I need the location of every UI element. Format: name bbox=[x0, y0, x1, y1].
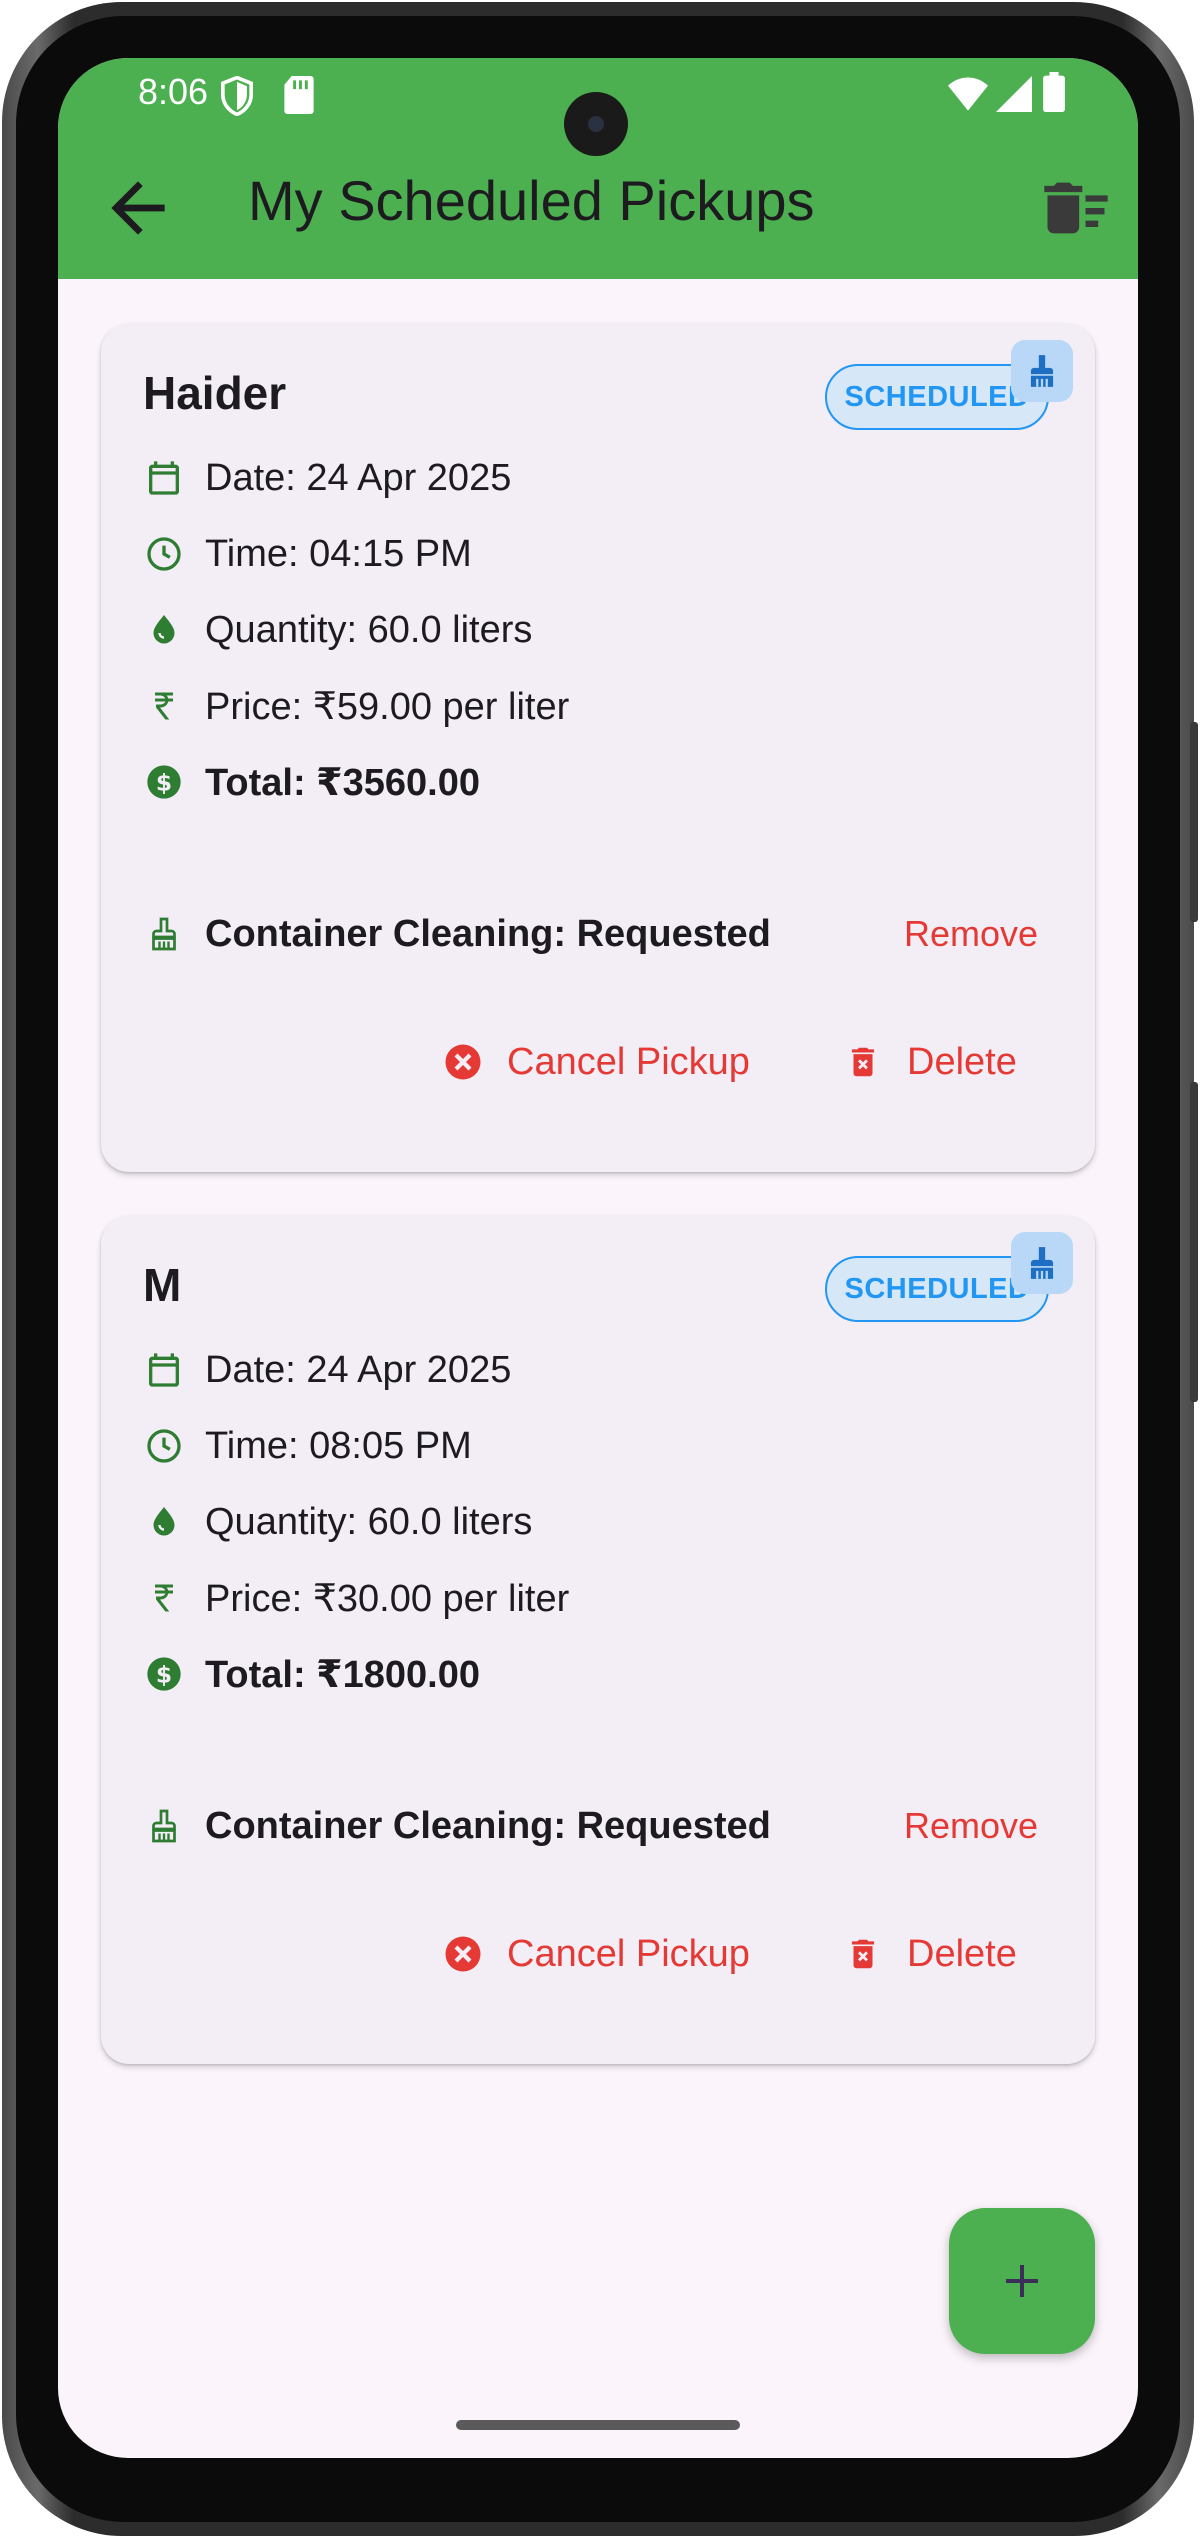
delete-button[interactable]: Delete bbox=[841, 1024, 1017, 1100]
water-drop-icon bbox=[143, 609, 185, 651]
clear-all-button[interactable] bbox=[1038, 170, 1118, 250]
plus-icon bbox=[1006, 2265, 1038, 2297]
front-camera bbox=[564, 92, 628, 156]
svg-text:$: $ bbox=[156, 1660, 172, 1688]
cancel-icon bbox=[441, 1040, 485, 1084]
add-pickup-button[interactable] bbox=[949, 2208, 1095, 2354]
cancel-icon bbox=[441, 1932, 485, 1976]
delete-label: Delete bbox=[907, 1040, 1017, 1083]
cancel-pickup-button[interactable]: Cancel Pickup bbox=[441, 1916, 750, 1992]
rupee-icon bbox=[143, 685, 185, 727]
battery-icon bbox=[1043, 72, 1065, 121]
broom-icon bbox=[143, 1805, 185, 1847]
price-text: Price: ₹59.00 per liter bbox=[205, 685, 570, 728]
quantity-row: Quantity: 60.0 liters bbox=[143, 600, 532, 660]
date-row: Date: 24 Apr 2025 bbox=[143, 1340, 511, 1400]
time-text: Time: 04:15 PM bbox=[205, 532, 472, 575]
clock-icon bbox=[143, 1425, 185, 1467]
power-button bbox=[1190, 722, 1198, 922]
cleaning-text: Container Cleaning: Requested bbox=[205, 912, 771, 955]
page-title: My Scheduled Pickups bbox=[248, 169, 815, 232]
delete-label: Delete bbox=[907, 1932, 1017, 1975]
home-indicator[interactable] bbox=[456, 2420, 740, 2430]
quantity-text: Quantity: 60.0 liters bbox=[205, 1500, 533, 1543]
cancel-pickup-label: Cancel Pickup bbox=[507, 1932, 750, 1975]
broom-icon bbox=[143, 913, 185, 955]
date-row: Date: 24 Apr 2025 bbox=[143, 448, 511, 508]
cancel-pickup-label: Cancel Pickup bbox=[507, 1040, 750, 1083]
app-bar: 8:06 My Scheduled Pickups bbox=[58, 58, 1138, 279]
arrow-back-icon bbox=[111, 181, 165, 235]
sd-card-icon bbox=[284, 76, 314, 123]
volume-button bbox=[1190, 1082, 1198, 1402]
total-row: $ Total: ₹1800.00 bbox=[143, 1644, 480, 1704]
money-icon: $ bbox=[143, 761, 185, 803]
calendar-icon bbox=[143, 457, 185, 499]
remove-cleaning-button[interactable]: Remove bbox=[871, 1791, 1071, 1861]
trash-icon bbox=[841, 1040, 885, 1084]
total-row: $ Total: ₹3560.00 bbox=[143, 752, 480, 812]
time-row: Time: 08:05 PM bbox=[143, 1416, 472, 1476]
svg-text:$: $ bbox=[156, 768, 172, 796]
total-text: Total: ₹3560.00 bbox=[205, 761, 480, 804]
quantity-row: Quantity: 60.0 liters bbox=[143, 1492, 532, 1552]
pickup-card: M SCHEDULED Date: 24 Apr 2025 Time: 08:0… bbox=[101, 1216, 1095, 2064]
time-text: Time: 08:05 PM bbox=[205, 1424, 472, 1467]
remove-cleaning-button[interactable]: Remove bbox=[871, 899, 1071, 969]
date-text: Date: 24 Apr 2025 bbox=[205, 1348, 512, 1391]
cell-signal-icon bbox=[996, 76, 1032, 121]
quantity-text: Quantity: 60.0 liters bbox=[205, 608, 533, 651]
customer-name: M bbox=[143, 1259, 182, 1311]
water-drop-icon bbox=[143, 1501, 185, 1543]
price-row: Price: ₹30.00 per liter bbox=[143, 1568, 569, 1628]
trash-icon bbox=[841, 1932, 885, 1976]
delete-button[interactable]: Delete bbox=[841, 1916, 1017, 1992]
clock-icon bbox=[143, 533, 185, 575]
cleaning-indicator bbox=[1011, 1232, 1073, 1294]
date-text: Date: 24 Apr 2025 bbox=[205, 456, 512, 499]
screen: 8:06 My Scheduled Pickups Haider SCHEDUL… bbox=[58, 58, 1138, 2458]
status-time: 8:06 bbox=[138, 71, 209, 112]
rupee-icon bbox=[143, 1577, 185, 1619]
cleaning-text: Container Cleaning: Requested bbox=[205, 1804, 771, 1847]
calendar-icon bbox=[143, 1349, 185, 1391]
shield-icon bbox=[220, 75, 254, 125]
broom-icon bbox=[1030, 355, 1054, 387]
cancel-pickup-button[interactable]: Cancel Pickup bbox=[441, 1024, 750, 1100]
delete-sweep-icon bbox=[1044, 182, 1108, 234]
container-cleaning-row: Container Cleaning: Requested bbox=[143, 904, 771, 964]
container-cleaning-row: Container Cleaning: Requested bbox=[143, 1796, 771, 1856]
time-row: Time: 04:15 PM bbox=[143, 524, 472, 584]
customer-name: Haider bbox=[143, 367, 287, 419]
price-text: Price: ₹30.00 per liter bbox=[205, 1577, 570, 1620]
cleaning-indicator bbox=[1011, 340, 1073, 402]
money-icon: $ bbox=[143, 1653, 185, 1695]
broom-icon bbox=[1030, 1247, 1054, 1279]
total-text: Total: ₹1800.00 bbox=[205, 1653, 480, 1696]
price-row: Price: ₹59.00 per liter bbox=[143, 676, 569, 736]
pickup-card: Haider SCHEDULED Date: 24 Apr 2025 Time:… bbox=[101, 324, 1095, 1172]
wifi-icon bbox=[948, 76, 988, 121]
back-button[interactable] bbox=[98, 168, 178, 248]
